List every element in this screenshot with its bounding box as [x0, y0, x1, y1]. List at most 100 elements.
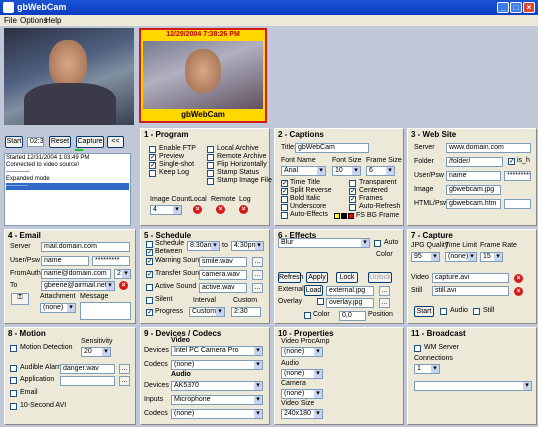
alarm-file-input[interactable]: danger.wav	[60, 364, 115, 374]
connections-select[interactable]: 1	[414, 364, 440, 374]
split-reverse-checkbox[interactable]: ✓	[281, 188, 288, 195]
attachment-select[interactable]: (none)	[40, 303, 76, 313]
menu-file[interactable]: File	[4, 16, 17, 25]
frame-size-select[interactable]: 6	[366, 166, 395, 176]
from-input[interactable]: name@domain.com	[41, 269, 111, 279]
video-size-select[interactable]: 240x180	[281, 409, 323, 419]
single-shot-checkbox[interactable]: ✓	[149, 162, 156, 169]
is-h-checkbox[interactable]: ✓	[508, 158, 515, 165]
auto-effects-checkbox[interactable]	[281, 212, 288, 219]
frame-color-swatch[interactable]	[348, 213, 354, 219]
effect-select[interactable]: Blur	[278, 238, 370, 248]
warning-browse-button[interactable]: …	[252, 257, 263, 267]
web-image-input[interactable]: gbwebcam.jpg	[446, 185, 501, 195]
menu-help[interactable]: Help	[45, 16, 61, 25]
transfer-sound-input[interactable]: camera.wav	[199, 270, 247, 280]
web-html-input[interactable]: gbwebcam.htm	[446, 199, 501, 209]
between-checkbox[interactable]: ✓	[146, 249, 153, 256]
application-input[interactable]	[60, 376, 115, 386]
frame-rate-select[interactable]: 15	[480, 252, 503, 262]
still-file-input[interactable]: still.avi	[432, 286, 509, 296]
font-name-select[interactable]: Arial	[281, 166, 326, 176]
maximize-button[interactable]: □	[510, 2, 522, 13]
flip-horizontally-checkbox[interactable]	[207, 162, 214, 169]
auto-effect-checkbox[interactable]	[374, 240, 381, 247]
image-count-select[interactable]: 4	[150, 205, 182, 215]
audio-property-select[interactable]: (none)	[281, 369, 323, 379]
refresh-button[interactable]: Refresh	[278, 272, 304, 283]
auto-refresh-checkbox[interactable]	[349, 204, 356, 211]
time-limit-select[interactable]: (none)	[445, 252, 477, 262]
active-sound-checkbox[interactable]	[146, 284, 153, 291]
web-password-input[interactable]: **********	[504, 171, 531, 181]
message-textarea[interactable]	[80, 302, 131, 320]
warning-sound-checkbox[interactable]: ✓	[146, 258, 153, 265]
minimize-button[interactable]: _	[497, 2, 509, 13]
folder-input[interactable]: /folder/	[446, 157, 503, 167]
menu-options[interactable]: Options	[20, 16, 48, 25]
start-time-select[interactable]: 8:30am	[187, 241, 220, 251]
alarm-browse-button[interactable]: …	[119, 364, 130, 374]
overlay-browse-button[interactable]: …	[379, 298, 390, 308]
sensitivity-select[interactable]: 20	[81, 347, 111, 357]
stamp-status-checkbox[interactable]	[207, 170, 214, 177]
external-browse-button[interactable]: …	[379, 286, 390, 296]
close-button[interactable]: ×	[523, 2, 535, 13]
schedule-checkbox[interactable]	[146, 241, 153, 248]
mail-password-input[interactable]: *********	[92, 256, 130, 266]
auth-select[interactable]: 2	[114, 269, 131, 279]
video-file-input[interactable]: capture.avi	[432, 273, 509, 283]
audio-device-select[interactable]: AK5370	[171, 381, 263, 391]
lock-button[interactable]: Lock	[336, 272, 358, 283]
external-file-input[interactable]: external.jpg	[326, 286, 374, 296]
local-clear-icon[interactable]: ×	[193, 205, 202, 214]
video-device-select[interactable]: Intel PC Camera Pro	[171, 346, 263, 356]
transparent-checkbox[interactable]	[349, 180, 356, 187]
audio-checkbox[interactable]	[440, 308, 447, 315]
still-clear-icon[interactable]: ×	[514, 287, 523, 296]
bold-italic-checkbox[interactable]	[281, 196, 288, 203]
remote-clear-icon[interactable]: ×	[216, 205, 225, 214]
stamp-image-file-checkbox[interactable]	[207, 178, 214, 185]
overlay-file-input[interactable]: overlay.jpg	[326, 298, 374, 308]
to-clear-icon[interactable]: ×	[119, 281, 128, 290]
active-sound-input[interactable]: active.wav	[199, 283, 247, 293]
mail-user-input[interactable]: name	[41, 256, 89, 266]
audio-input-select[interactable]: Microphone	[171, 395, 263, 405]
log-clear-icon[interactable]: ×	[239, 205, 248, 214]
application-checkbox[interactable]	[10, 377, 17, 384]
timer-field[interactable]: 02:30	[27, 137, 44, 147]
load-button[interactable]: Load	[304, 285, 323, 296]
interval-select[interactable]: Custom	[189, 307, 225, 317]
video-codec-select[interactable]: (none)	[171, 360, 263, 370]
wm-server-checkbox[interactable]	[414, 345, 421, 352]
centered-checkbox[interactable]: ✓	[349, 188, 356, 195]
remote-archive-checkbox[interactable]	[207, 154, 214, 161]
overlay-checkbox[interactable]	[317, 298, 324, 305]
custom-interval-input[interactable]: 2:30	[231, 307, 261, 317]
apply-button[interactable]: Apply	[306, 272, 328, 283]
caption-title-input[interactable]: gbWebCam	[295, 143, 369, 153]
enable-ftp-checkbox[interactable]	[149, 146, 156, 153]
email-alert-checkbox[interactable]	[10, 390, 17, 397]
web-user-input[interactable]: name	[446, 171, 501, 181]
end-time-select[interactable]: 4:30pm	[231, 241, 264, 251]
active-browse-button[interactable]: …	[252, 283, 263, 293]
web-server-input[interactable]: www.domain.com	[446, 143, 531, 153]
silent-checkbox[interactable]	[146, 297, 153, 304]
progress-checkbox[interactable]: ✓	[146, 309, 153, 316]
font-size-select[interactable]: 10	[332, 166, 361, 176]
capture-start-button[interactable]: Start	[414, 306, 434, 317]
color-checkbox[interactable]	[304, 312, 311, 319]
audible-alarm-checkbox[interactable]	[10, 365, 17, 372]
motion-detection-checkbox[interactable]	[10, 345, 17, 352]
time-title-checkbox[interactable]: ✓	[281, 180, 288, 187]
camera-property-select[interactable]: (none)	[281, 389, 323, 399]
ten-second-avi-checkbox[interactable]	[10, 403, 17, 410]
html-password-input[interactable]	[504, 199, 531, 209]
underscore-checkbox[interactable]	[281, 204, 288, 211]
to-select[interactable]: gbeene@airmail.net	[41, 281, 115, 291]
bg-color-swatch[interactable]	[341, 213, 347, 219]
transfer-sound-checkbox[interactable]: ✓	[146, 271, 153, 278]
warning-sound-input[interactable]: smile.wav	[199, 257, 247, 267]
